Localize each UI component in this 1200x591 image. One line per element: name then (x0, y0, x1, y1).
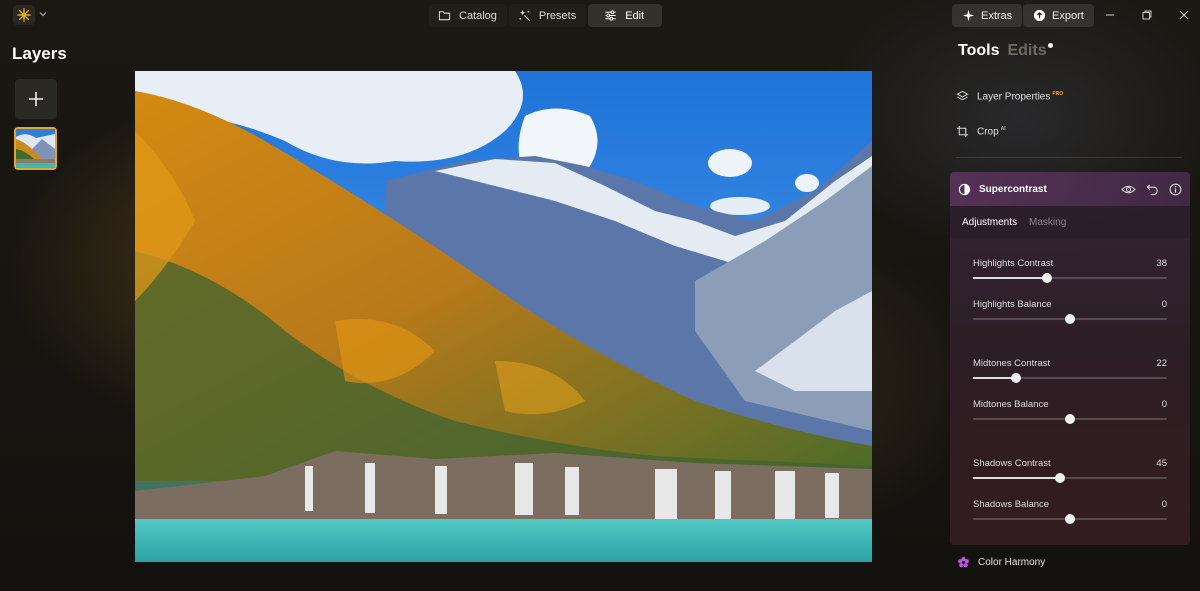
tab-edits-label: Edits (1007, 42, 1047, 59)
extras-button[interactable]: Extras (952, 4, 1023, 27)
slider-track[interactable] (973, 414, 1167, 424)
slider-knob[interactable] (1011, 373, 1021, 383)
slider-value[interactable]: 45 (1156, 458, 1167, 469)
add-layer-button[interactable] (15, 79, 57, 119)
layer-thumbnail-image (16, 129, 55, 168)
pro-badge: PRO (1052, 90, 1064, 97)
edits-indicator-dot (1047, 43, 1053, 48)
sun-logo-icon (17, 8, 31, 22)
landscape-photo (135, 71, 872, 562)
export-arrow-icon (1033, 9, 1046, 22)
export-label: Export (1052, 9, 1084, 22)
slider-value[interactable]: 22 (1156, 358, 1167, 369)
slider-highlights-contrast: Highlights Contrast 38 (973, 258, 1167, 283)
supercontrast-panel: Supercontrast Adjustments Masking Highli… (950, 172, 1190, 545)
slider-track[interactable] (973, 273, 1167, 283)
top-bar: Catalog Presets Edit Extras Export (0, 0, 1200, 30)
slider-shadows-contrast: Shadows Contrast 45 (973, 458, 1167, 483)
main-nav: Catalog Presets Edit (429, 4, 663, 27)
nav-edit-label: Edit (625, 9, 645, 22)
panel-tabs: Tools Edits (958, 42, 1053, 60)
slider-track[interactable] (973, 514, 1167, 524)
tool-crop[interactable]: Crop AI (956, 125, 1006, 138)
slider-knob[interactable] (1055, 473, 1065, 483)
slider-value[interactable]: 0 (1162, 299, 1167, 310)
slider-knob[interactable] (1065, 414, 1075, 424)
layers-stack-icon (956, 90, 969, 101)
half-circle-contrast-icon (958, 183, 971, 195)
tool-color-harmony[interactable]: Color Harmony (957, 556, 1045, 569)
tab-tools[interactable]: Tools (958, 42, 999, 60)
slider-track[interactable] (973, 373, 1167, 383)
extras-label: Extras (981, 9, 1013, 22)
nav-presets-label: Presets (538, 9, 577, 22)
nav-edit[interactable]: Edit (588, 4, 663, 27)
slider-highlights-balance: Highlights Balance 0 (973, 299, 1167, 324)
folder-icon (438, 11, 451, 21)
layers-title: Layers (12, 44, 67, 63)
color-harmony-label: Color Harmony (978, 557, 1046, 568)
restore-icon[interactable] (1140, 8, 1154, 22)
tool-layer-properties[interactable]: Layer Properties PRO (956, 90, 1063, 103)
app-menu-button[interactable] (13, 5, 35, 25)
close-icon[interactable] (1177, 8, 1191, 22)
tab-masking[interactable]: Masking (1029, 217, 1066, 228)
slider-midtones-balance: Midtones Balance 0 (973, 399, 1167, 424)
slider-midtones-contrast: Midtones Contrast 22 (973, 358, 1167, 383)
nav-catalog[interactable]: Catalog (429, 4, 507, 27)
slider-label: Shadows Contrast (973, 458, 1051, 469)
slider-label: Highlights Contrast (973, 258, 1054, 269)
slider-shadows-balance: Shadows Balance 0 (973, 499, 1167, 524)
minimize-icon[interactable] (1103, 8, 1117, 22)
crop-icon (956, 125, 969, 138)
slider-label: Highlights Balance (973, 299, 1052, 310)
nav-catalog-label: Catalog (459, 9, 497, 22)
slider-track[interactable] (973, 314, 1167, 324)
supercontrast-title: Supercontrast (979, 183, 1047, 195)
slider-value[interactable]: 0 (1162, 399, 1167, 410)
export-button[interactable]: Export (1023, 4, 1094, 27)
slider-knob[interactable] (1065, 314, 1075, 324)
flower-icon (958, 556, 969, 568)
slider-value[interactable]: 38 (1156, 258, 1167, 269)
tab-edits[interactable]: Edits (1007, 42, 1053, 60)
slider-fill (973, 477, 1060, 479)
sparkle-icon (962, 9, 975, 22)
slider-knob[interactable] (1042, 273, 1052, 283)
tools-divider (956, 157, 1182, 158)
tab-adjustments[interactable]: Adjustments (962, 217, 1017, 228)
sliders-icon (605, 10, 616, 21)
plus-icon (29, 92, 43, 106)
slider-fill (973, 377, 1016, 379)
slider-label: Shadows Balance (973, 499, 1050, 510)
slider-value[interactable]: 0 (1162, 499, 1167, 510)
supercontrast-header[interactable]: Supercontrast (950, 172, 1190, 206)
slider-label: Midtones Contrast (973, 358, 1051, 369)
layer-thumbnail[interactable] (14, 127, 57, 170)
slider-fill (973, 277, 1047, 279)
slider-track[interactable] (973, 473, 1167, 483)
eye-visibility-icon[interactable] (1121, 183, 1136, 196)
tool-crop-label: Crop (977, 126, 999, 138)
slider-knob[interactable] (1065, 514, 1075, 524)
sparkle-wand-icon (519, 9, 530, 22)
supercontrast-subtabs: Adjustments Masking (950, 206, 1190, 238)
nav-presets[interactable]: Presets (509, 4, 586, 27)
slider-label: Midtones Balance (973, 399, 1049, 410)
info-icon[interactable] (1169, 183, 1182, 196)
tool-layer-properties-label: Layer Properties (977, 91, 1051, 103)
chevron-down-icon[interactable] (38, 9, 48, 19)
photo-canvas[interactable] (135, 71, 872, 562)
undo-reset-icon[interactable] (1146, 183, 1159, 196)
ai-badge: AI (1000, 125, 1006, 132)
